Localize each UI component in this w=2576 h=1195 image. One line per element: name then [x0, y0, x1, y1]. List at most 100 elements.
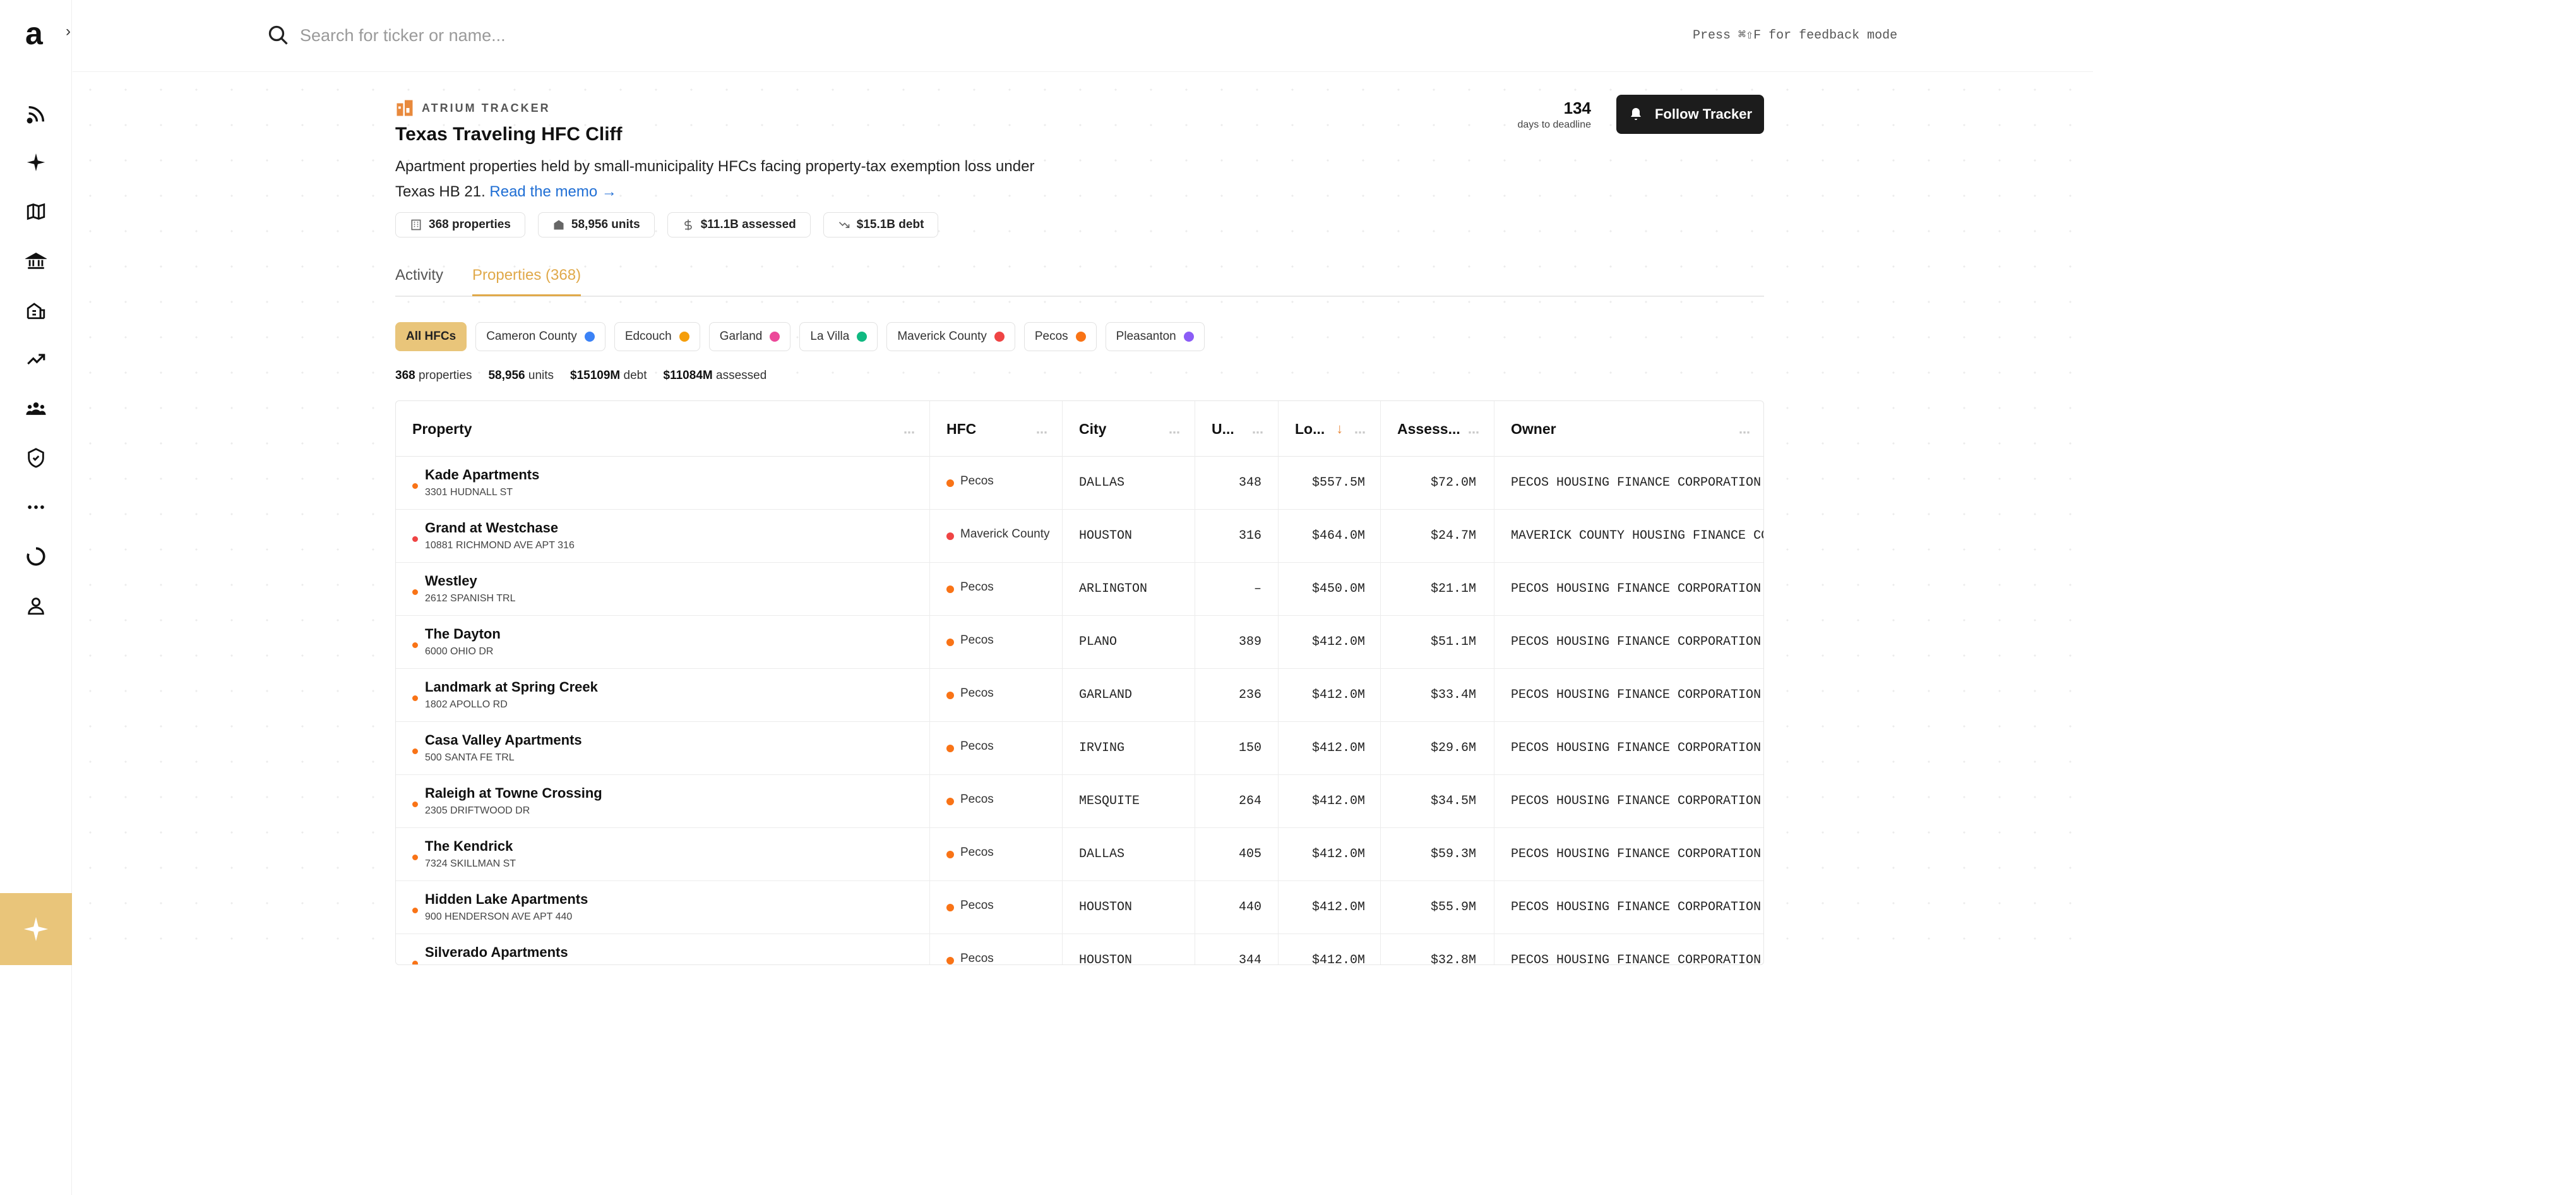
cell-units: 348 — [1195, 457, 1279, 510]
trending-icon[interactable] — [24, 347, 48, 371]
column-header-assessed[interactable]: Assess... ⋯ — [1381, 401, 1494, 457]
owner-name: MAVERICK COUNTY HOUSING FINANCE CO — [1511, 529, 1764, 543]
loan-value: $412.0M — [1311, 953, 1365, 965]
loan-value: $412.0M — [1311, 794, 1365, 808]
table-row[interactable]: Westley 2612 SPANISH TRL Pecos ARLINGTON… — [396, 563, 1763, 616]
cell-property: Grand at Westchase 10881 RICHMOND AVE AP… — [396, 510, 930, 563]
loan-value: $557.5M — [1311, 476, 1365, 490]
cell-property: The Dayton 6000 OHIO DR — [396, 616, 930, 669]
cell-property: Silverado Apartments — [396, 934, 930, 964]
table-row[interactable]: Hidden Lake Apartments 900 HENDERSON AVE… — [396, 881, 1763, 934]
column-header-property[interactable]: Property ⋯ — [396, 401, 930, 457]
rss-icon[interactable] — [24, 102, 48, 126]
ai-assistant-button[interactable] — [0, 893, 72, 965]
table-row[interactable]: Kade Apartments 3301 HUDNALL ST Pecos DA… — [396, 457, 1763, 510]
filter-chip-pleasanton[interactable]: Pleasanton — [1105, 322, 1205, 351]
column-menu-icon[interactable]: ⋯ — [1036, 426, 1048, 440]
more-icon[interactable] — [24, 495, 48, 519]
column-menu-icon[interactable]: ⋯ — [1739, 426, 1751, 440]
property-name[interactable]: Hidden Lake Apartments — [425, 891, 588, 908]
filter-chip-garland[interactable]: Garland — [708, 322, 791, 351]
tab-properties[interactable]: Properties (368) — [472, 267, 581, 296]
assessed-value: $51.1M — [1430, 635, 1476, 649]
property-name[interactable]: Casa Valley Apartments — [425, 732, 582, 748]
owner-name: PECOS HOUSING FINANCE CORPORATION — [1511, 582, 1762, 596]
table-row[interactable]: Grand at Westchase 10881 RICHMOND AVE AP… — [396, 510, 1764, 563]
property-name[interactable]: Landmark at Spring Creek — [425, 679, 598, 695]
property-name[interactable]: Grand at Westchase — [425, 520, 558, 536]
sparkle-icon[interactable] — [24, 150, 48, 174]
column-menu-icon[interactable]: ⋯ — [1468, 426, 1480, 440]
column-header-units[interactable]: U... ⋯ — [1195, 401, 1279, 457]
filter-chip-pecos[interactable]: Pecos — [1023, 322, 1097, 351]
property-name[interactable]: Westley — [425, 573, 477, 589]
table-row[interactable]: Casa Valley Apartments 500 SANTA FE TRL … — [396, 722, 1763, 775]
property-name[interactable]: Silverado Apartments — [425, 944, 568, 961]
table-row[interactable]: The Dayton 6000 OHIO DR Pecos PLANO 389 … — [396, 616, 1763, 669]
column-menu-icon[interactable]: ⋯ — [903, 426, 915, 440]
filter-chip-all-hfcs[interactable]: All HFCs — [395, 322, 467, 351]
hfc-color-dot — [412, 483, 418, 489]
chevron-right-icon[interactable]: › — [66, 24, 71, 39]
property-name[interactable]: Raleigh at Towne Crossing — [425, 785, 602, 802]
filter-chip-edcouch[interactable]: Edcouch — [614, 322, 700, 351]
read-memo-link[interactable]: Read the memo → — [489, 183, 616, 200]
cell-units: 150 — [1195, 722, 1279, 775]
assessed-value: $24.7M — [1430, 529, 1476, 543]
cell-property: Casa Valley Apartments 500 SANTA FE TRL — [396, 722, 930, 775]
table-row[interactable]: Raleigh at Towne Crossing 2305 DRIFTWOOD… — [396, 775, 1763, 828]
property-address: 1802 APOLLO RD — [425, 699, 508, 710]
filter-chip-maverick-county[interactable]: Maverick County — [886, 322, 1015, 351]
hfc-name: Pecos — [960, 474, 994, 488]
cell-property: Westley 2612 SPANISH TRL — [396, 563, 930, 616]
city-name: DALLAS — [1079, 847, 1125, 862]
buildings-icon[interactable] — [24, 298, 48, 322]
column-header-city[interactable]: City ⋯ — [1063, 401, 1195, 457]
filter-chip-la-villa[interactable]: La Villa — [799, 322, 878, 351]
units-value: 348 — [1238, 476, 1261, 490]
column-menu-icon[interactable]: ⋯ — [1169, 426, 1181, 440]
cell-units: 440 — [1195, 881, 1279, 934]
table-row[interactable]: Landmark at Spring Creek 1802 APOLLO RD … — [396, 669, 1763, 722]
app-logo[interactable]: a — [25, 18, 43, 49]
sort-desc-icon[interactable]: ↓ — [1336, 421, 1343, 437]
properties-table: Property ⋯ HFC ⋯ City ⋯ U... ⋯ Lo... ↓ ⋯ Asses… — [395, 400, 1764, 965]
users-icon[interactable] — [24, 397, 48, 421]
summary-assessed: $11084M assessed — [663, 369, 767, 382]
property-address: 6000 OHIO DR — [425, 646, 494, 657]
loading-icon[interactable] — [24, 544, 48, 568]
tab-activity[interactable]: Activity — [395, 267, 443, 294]
bank-icon[interactable] — [24, 249, 48, 273]
cell-owner: PECOS HOUSING FINANCE CORPORATION — [1494, 616, 1763, 669]
column-header-hfc[interactable]: HFC ⋯ — [930, 401, 1063, 457]
follow-tracker-button[interactable]: Follow Tracker — [1616, 95, 1764, 134]
filter-chip-cameron-county[interactable]: Cameron County — [475, 322, 605, 351]
column-header-owner[interactable]: Owner ⋯ — [1494, 401, 1763, 457]
property-name[interactable]: Kade Apartments — [425, 467, 539, 483]
property-name[interactable]: The Kendrick — [425, 838, 513, 855]
cell-units: – — [1195, 563, 1279, 616]
column-menu-icon[interactable]: ⋯ — [1354, 426, 1366, 440]
user-icon[interactable] — [24, 594, 48, 618]
property-name[interactable]: The Dayton — [425, 626, 501, 642]
table-row[interactable]: Silverado Apartments Pecos HOUSTON 344 $… — [396, 934, 1763, 965]
trending-down-icon — [838, 222, 850, 228]
cell-city: HOUSTON — [1063, 881, 1195, 934]
city-name: HOUSTON — [1079, 529, 1133, 543]
cell-hfc: Pecos — [930, 563, 1063, 616]
city-name: GARLAND — [1079, 688, 1133, 702]
atrium-logo-icon — [397, 100, 413, 116]
shield-icon[interactable] — [24, 446, 48, 470]
table-row[interactable]: The Kendrick 7324 SKILLMAN ST Pecos DALL… — [396, 828, 1763, 881]
search-input[interactable] — [300, 20, 1058, 51]
column-header-loan[interactable]: Lo... ↓ ⋯ — [1279, 401, 1381, 457]
cell-owner: PECOS HOUSING FINANCE CORPORATION — [1494, 775, 1763, 828]
owner-name: PECOS HOUSING FINANCE CORPORATION — [1511, 635, 1762, 649]
loan-value: $412.0M — [1311, 741, 1365, 755]
units-value: 150 — [1238, 741, 1261, 755]
column-menu-icon[interactable]: ⋯ — [1252, 426, 1264, 440]
map-icon[interactable] — [24, 200, 48, 224]
hfc-color-dot — [946, 798, 954, 805]
cell-units: 316 — [1195, 510, 1279, 563]
cell-owner: PECOS HOUSING FINANCE CORPORATION — [1494, 563, 1763, 616]
